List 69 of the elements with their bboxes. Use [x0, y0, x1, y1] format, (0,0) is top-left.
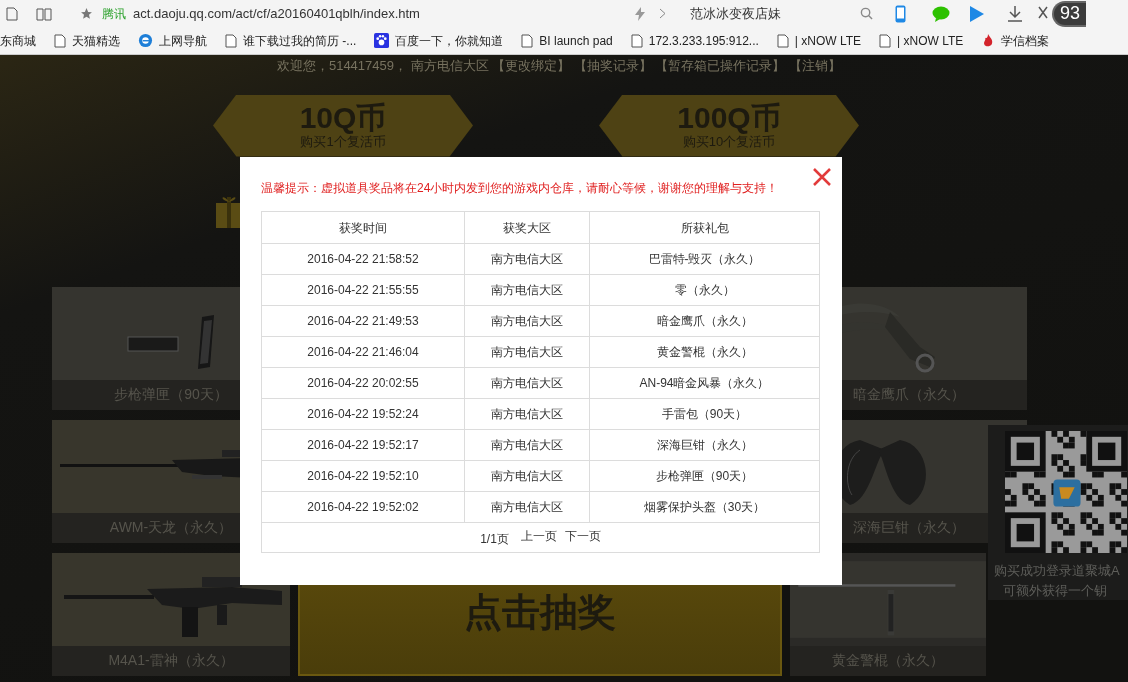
column-header: 所获礼包	[679, 219, 730, 237]
bookmark-link[interactable]: | xNOW LTE	[897, 31, 964, 50]
close-icon[interactable]	[812, 167, 832, 187]
column-header: 获奖大区	[465, 212, 590, 243]
page-icon	[630, 33, 643, 48]
table-cell: 2016-04-22 19:52:10	[262, 461, 465, 491]
bookmark-link[interactable]: 天猫精选	[72, 31, 120, 50]
table-cell: 南方电信大区	[465, 337, 590, 367]
table-cell: 南方电信大区	[465, 461, 590, 491]
chevron-right-icon[interactable]	[658, 8, 666, 19]
chat-icon[interactable]	[931, 5, 950, 22]
lightning-icon[interactable]	[634, 6, 645, 21]
bookmark-link[interactable]: | xNOW LTE	[794, 31, 862, 50]
table-cell-text: 巴雷特-毁灭（永久）	[647, 251, 762, 268]
bookmark-link[interactable]: 东商城	[0, 31, 36, 50]
table-cell: 2016-04-22 21:58:52	[262, 244, 465, 274]
table-cell: 2016-04-22 19:52:02	[262, 492, 465, 522]
table-cell-text: 零（永久）	[673, 282, 736, 299]
previous-page-link[interactable]: 上一页	[520, 526, 557, 545]
score-badge[interactable]: 93	[1051, 0, 1086, 27]
search-field[interactable]: 范冰冰变夜店妹	[689, 3, 860, 24]
table-cell: 2016-04-22 21:46:04	[262, 337, 465, 367]
page-icon	[776, 33, 789, 48]
page-icon[interactable]	[6, 6, 18, 21]
bookmark-link[interactable]: 172.3.233.195:912...	[648, 31, 759, 50]
table-cell: 南方电信大区	[465, 368, 590, 398]
welcome-text: 欢迎您，514417459， 南方电信大区 【更改绑定】 【抽奖记录】 【暂存箱已操作记录】 【注销】	[276, 57, 842, 75]
table-cell: 南方电信大区	[465, 399, 590, 429]
table-cell: 南方电信大区	[465, 492, 590, 522]
page-icon	[879, 33, 892, 48]
phone-icon[interactable]	[894, 4, 906, 23]
book-icon[interactable]	[36, 6, 52, 21]
search-icon[interactable]	[859, 7, 873, 20]
table-cell-text: 深海巨钳（永久）	[655, 437, 754, 454]
table-cell: 2016-04-22 21:55:55	[262, 275, 465, 305]
qr-caption: 购买成功登录道聚城A	[994, 562, 1120, 580]
table-cell-text: 烟雾保护头盔（30天）	[642, 499, 767, 516]
play-icon[interactable]	[968, 4, 985, 23]
table-cell: 南方电信大区	[465, 430, 590, 460]
table-cell-text: 暗金鹰爪（永久）	[655, 313, 754, 330]
table-cell: 2016-04-22 20:02:55	[262, 368, 465, 398]
star-icon[interactable]	[80, 7, 93, 20]
page-icon	[54, 33, 66, 48]
page-indicator: 1/1页	[480, 530, 509, 548]
download-icon[interactable]	[1006, 5, 1023, 22]
site-label: 腾讯	[102, 5, 126, 23]
table-cell: 2016-04-22 19:52:24	[262, 399, 465, 429]
table-cell-text: 手雷包（90天）	[660, 406, 749, 423]
bookmark-link[interactable]: 上网导航	[159, 31, 207, 50]
next-page-link[interactable]: 下一页	[564, 526, 601, 545]
table-cell: 南方电信大区	[465, 306, 590, 336]
bookmark-link[interactable]: 谁下载过我的简历 -...	[243, 31, 357, 50]
page-icon	[225, 33, 237, 48]
bookmark-link[interactable]: BI launch pad	[539, 31, 613, 50]
column-header: 获奖时间	[262, 212, 465, 243]
notice-text: 温馨提示：虚拟道具奖品将在24小时内发到您的游戏内仓库，请耐心等候，谢谢您的理解与支持！	[261, 180, 780, 197]
table-cell-text: AN-94暗金风暴（永久）	[638, 375, 771, 392]
table-cell: 2016-04-22 21:49:53	[262, 306, 465, 336]
globe-icon	[138, 33, 153, 48]
address-field[interactable]: act.daoju.qq.com/act/cf/a20160401qblh/index.htm	[133, 3, 420, 24]
table-cell-text: 黄金警棍（永久）	[655, 344, 754, 361]
bookmark-link[interactable]: 百度一下，你就知道	[395, 31, 504, 50]
table-cell: 2016-04-22 19:52:17	[262, 430, 465, 460]
page-icon	[521, 33, 534, 48]
bookmark-link[interactable]: 学信档案	[1001, 31, 1050, 50]
table-cell: 南方电信大区	[465, 244, 590, 274]
table-cell-text: 步枪弹匣（90天）	[654, 468, 755, 485]
table-cell: 南方电信大区	[465, 275, 590, 305]
paw-icon	[374, 33, 390, 48]
